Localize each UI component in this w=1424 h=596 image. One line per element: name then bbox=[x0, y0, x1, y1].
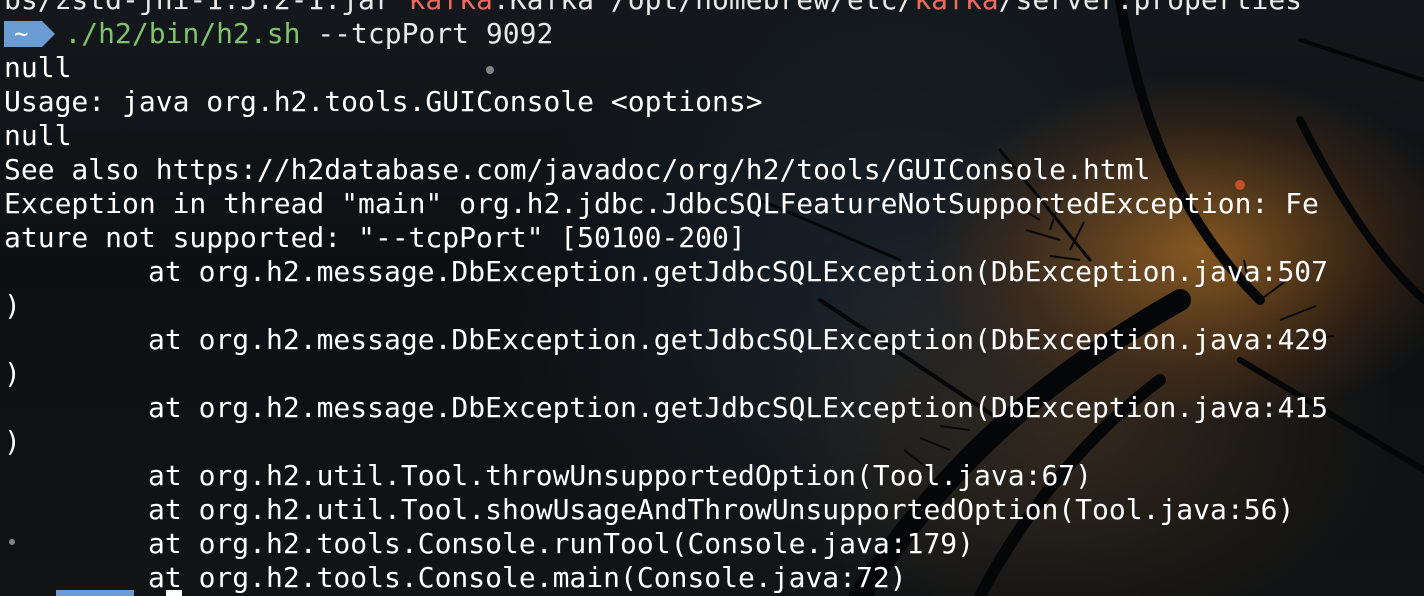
output-line: Exception in thread "main" org.h2.jdbc.J… bbox=[4, 187, 1319, 220]
prompt-directory-badge: ~ bbox=[4, 21, 57, 47]
command-args: --tcpPort 9092 bbox=[300, 17, 554, 50]
prev-line-text: bs/zstd-jni-1.5.2-1.jar bbox=[4, 0, 409, 16]
prev-line-text: .Kafka /opt/homebrew/etc/ bbox=[493, 0, 914, 16]
output-line: See also https://h2database.com/javadoc/… bbox=[4, 153, 1151, 186]
prompt-line: ~ ./h2/bin/h2.sh --tcpPort 9092 bbox=[4, 17, 1424, 51]
stack-trace-wrap: ) bbox=[4, 425, 21, 458]
stack-trace-line: at org.h2.tools.Console.runTool(Console.… bbox=[148, 527, 975, 560]
stack-trace-wrap: ) bbox=[4, 289, 21, 322]
stack-trace-line: at org.h2.tools.Console.main(Console.jav… bbox=[148, 561, 907, 594]
prev-line-highlight: kafka bbox=[914, 0, 998, 16]
stack-trace-line: at org.h2.message.DbException.getJdbcSQL… bbox=[148, 323, 1329, 356]
stack-trace-line: at org.h2.message.DbException.getJdbcSQL… bbox=[148, 391, 1329, 424]
output-line: ature not supported: "--tcpPort" [50100-… bbox=[4, 221, 746, 254]
prev-line-text: /server.properties bbox=[999, 0, 1302, 16]
terminal-output[interactable]: bs/zstd-jni-1.5.2-1.jar kafka.Kafka /opt… bbox=[4, 0, 1424, 595]
terminal-window[interactable]: bs/zstd-jni-1.5.2-1.jar kafka.Kafka /opt… bbox=[0, 0, 1424, 596]
previous-command-line: bs/zstd-jni-1.5.2-1.jar kafka.Kafka /opt… bbox=[4, 0, 1424, 17]
prev-line-highlight: kafka bbox=[409, 0, 493, 16]
stack-trace-line: at org.h2.util.Tool.showUsageAndThrowUns… bbox=[148, 493, 1295, 526]
stack-trace-line: at org.h2.message.DbException.getJdbcSQL… bbox=[148, 255, 1329, 288]
text-cursor[interactable] bbox=[166, 590, 182, 596]
next-prompt-badge bbox=[56, 590, 134, 596]
command-name: ./h2/bin/h2.sh bbox=[64, 17, 301, 50]
output-line: Usage: java org.h2.tools.GUIConsole <opt… bbox=[4, 85, 763, 118]
stack-trace-wrap: ) bbox=[4, 357, 21, 390]
stack-trace-line: at org.h2.util.Tool.throwUnsupportedOpti… bbox=[148, 459, 1093, 492]
output-line: null bbox=[4, 119, 72, 152]
output-line: null bbox=[4, 51, 72, 84]
